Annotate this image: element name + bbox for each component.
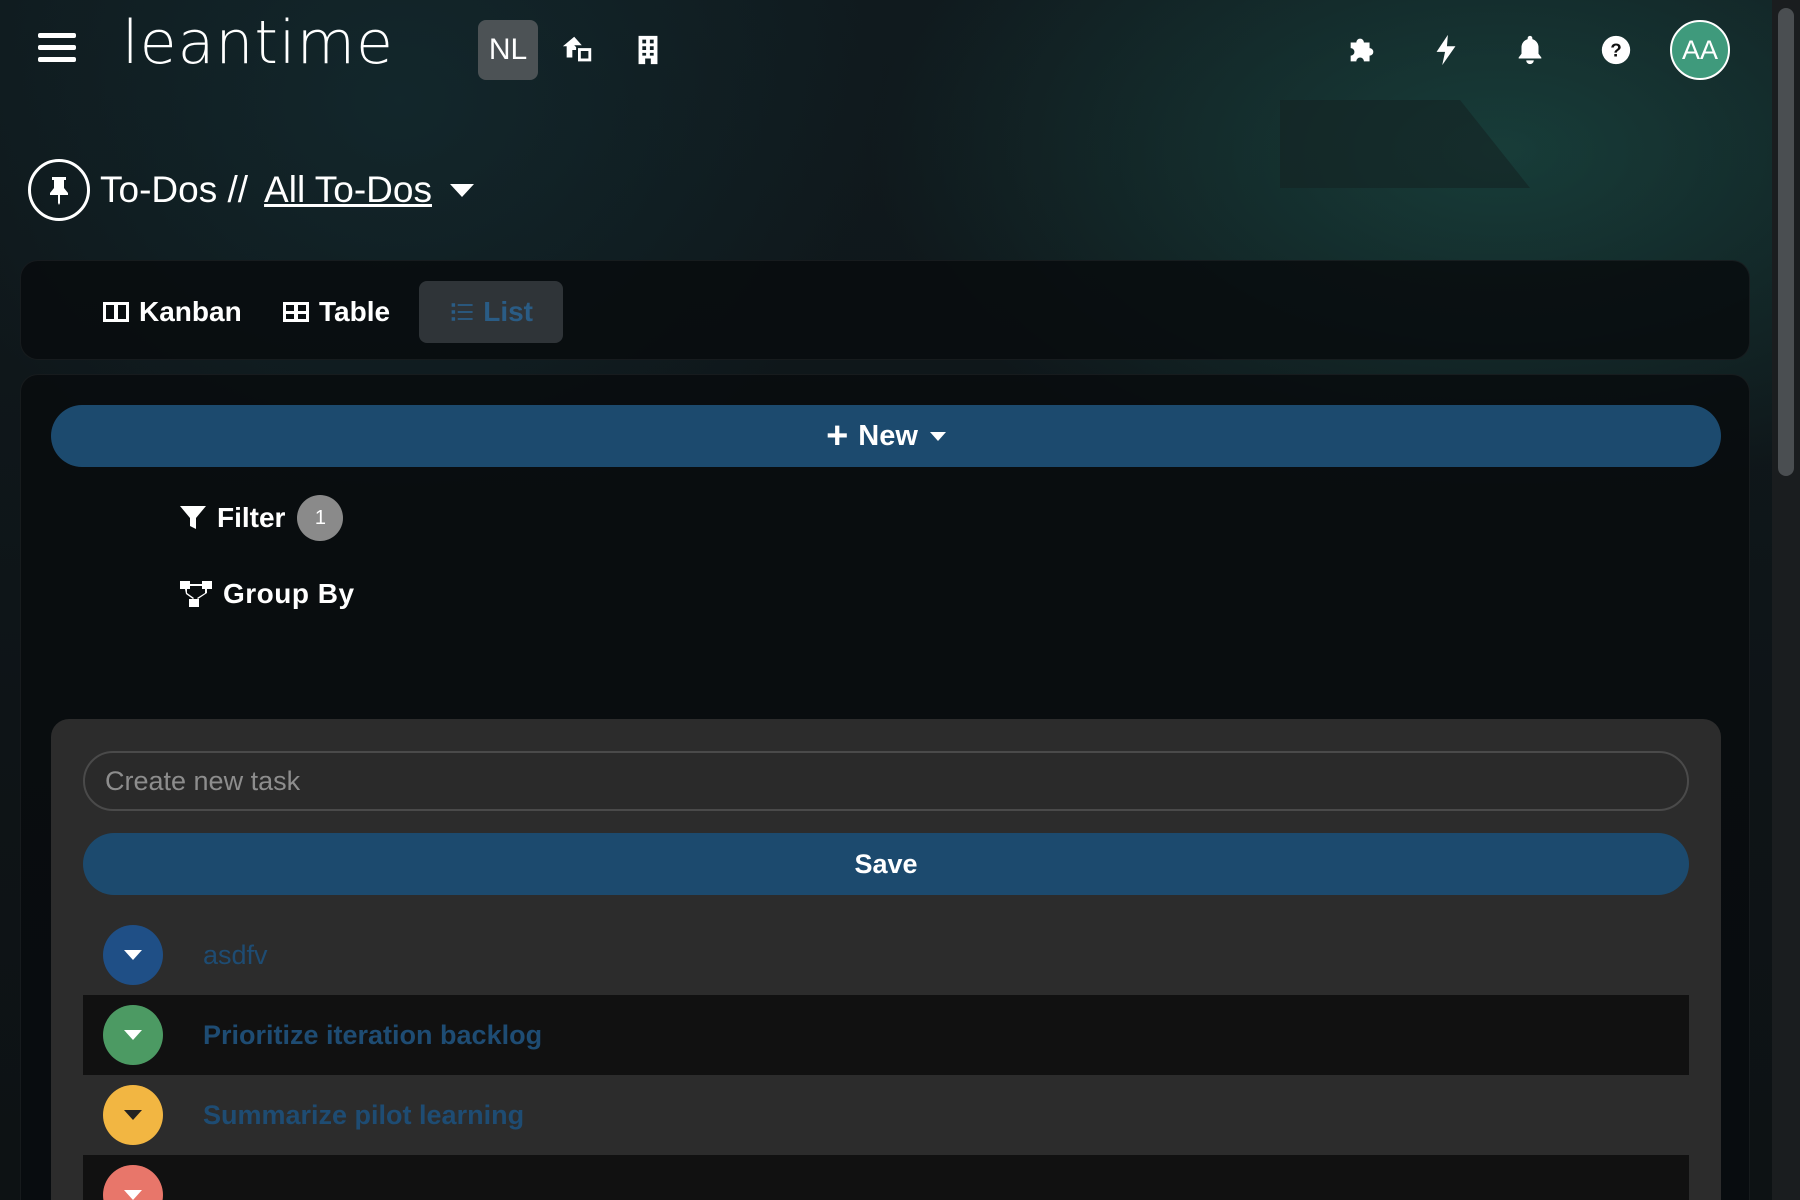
- list-item[interactable]: Prioritize iteration backlog: [83, 995, 1689, 1075]
- project-switcher-button[interactable]: NL: [478, 20, 538, 80]
- view-tabs-panel: Kanban Table List: [20, 260, 1750, 360]
- filter-button[interactable]: Filter 1: [179, 495, 344, 541]
- table-icon: [283, 302, 309, 322]
- list-icon: [451, 303, 473, 321]
- pin-icon: [28, 159, 90, 221]
- list-item[interactable]: asdfv: [83, 915, 1689, 995]
- save-button[interactable]: Save: [83, 833, 1689, 895]
- list-item[interactable]: [83, 1155, 1689, 1200]
- plus-icon: +: [826, 415, 849, 457]
- tab-list[interactable]: List: [419, 281, 563, 343]
- new-button[interactable]: + New: [51, 405, 1721, 467]
- top-header: leantime NL ? AA: [0, 0, 1772, 100]
- todo-list-panel: + New Filter 1 Group By Save asdfv Prior…: [20, 374, 1750, 1200]
- status-dropdown[interactable]: [103, 1085, 163, 1145]
- building-icon[interactable]: [618, 20, 678, 80]
- view-selector-link[interactable]: All To-Dos: [264, 169, 432, 211]
- status-dropdown[interactable]: [103, 1005, 163, 1065]
- chevron-down-icon: [929, 431, 946, 441]
- task-title-link[interactable]: Summarize pilot learning: [203, 1100, 524, 1131]
- chevron-down-icon[interactable]: [449, 183, 474, 197]
- scrollbar-thumb[interactable]: [1778, 8, 1794, 476]
- menu-icon[interactable]: [38, 33, 76, 65]
- bolt-icon[interactable]: [1416, 20, 1476, 80]
- tab-kanban-label: Kanban: [139, 296, 242, 327]
- tab-kanban[interactable]: Kanban: [71, 281, 272, 343]
- filter-count-badge: 1: [297, 495, 344, 541]
- task-list-card: Save asdfv Prioritize iteration backlog …: [51, 719, 1721, 1200]
- home-office-icon[interactable]: [548, 20, 608, 80]
- group-by-icon: [180, 581, 212, 607]
- tab-table-label: Table: [319, 296, 391, 327]
- chevron-down-icon: [124, 950, 142, 960]
- filter-label: Filter: [217, 502, 286, 533]
- chevron-down-icon: [124, 1110, 142, 1120]
- app-logo[interactable]: leantime: [122, 8, 394, 78]
- bell-icon[interactable]: [1500, 20, 1560, 80]
- list-item[interactable]: Summarize pilot learning: [83, 1075, 1689, 1155]
- filter-icon: [180, 506, 206, 529]
- svg-text:?: ?: [1610, 41, 1622, 62]
- chevron-down-icon: [124, 1190, 142, 1200]
- chevron-down-icon: [124, 1030, 142, 1040]
- page-title-text: To-Dos //: [100, 169, 249, 210]
- user-avatar[interactable]: AA: [1670, 20, 1730, 80]
- new-button-label: New: [858, 419, 918, 452]
- task-title-link[interactable]: asdfv: [203, 940, 268, 971]
- page-title: To-Dos // All To-Dos: [28, 158, 474, 222]
- status-dropdown[interactable]: [103, 1165, 163, 1200]
- tab-table[interactable]: Table: [251, 281, 420, 343]
- group-by-button[interactable]: Group By: [179, 571, 355, 617]
- columns-icon: [103, 302, 129, 322]
- help-icon[interactable]: ?: [1586, 20, 1646, 80]
- task-title-link[interactable]: Prioritize iteration backlog: [203, 1020, 542, 1051]
- tab-list-label: List: [483, 296, 533, 327]
- status-dropdown[interactable]: [103, 925, 163, 985]
- puzzle-icon[interactable]: [1332, 20, 1392, 80]
- group-by-label: Group By: [223, 578, 355, 609]
- new-task-input[interactable]: [83, 751, 1689, 811]
